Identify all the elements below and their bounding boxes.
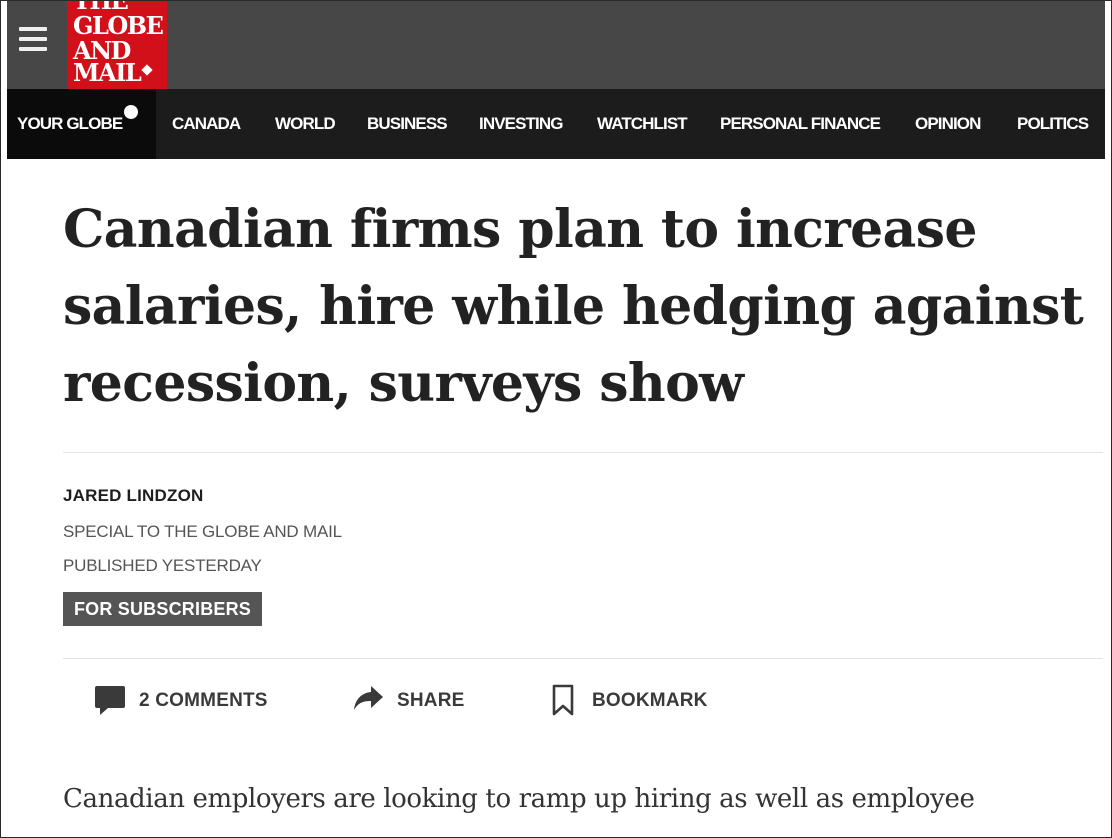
logo-line-2: GLOBE: [73, 11, 164, 40]
share-arrow-icon: [354, 686, 383, 710]
published-date: PUBLISHED YESTERDAY: [63, 556, 262, 575]
nav-item-canada[interactable]: CANADA: [172, 113, 241, 135]
nav-item-business[interactable]: BUSINESS: [367, 113, 448, 135]
nav-item-watchlist[interactable]: WATCHLIST: [597, 113, 688, 135]
bookmark-button[interactable]: BOOKMARK: [551, 683, 711, 719]
masthead-bar: THE GLOBE AND MAIL: [7, 1, 1105, 89]
notification-dot-icon: [124, 105, 138, 119]
nav-item-politics[interactable]: POLITICS: [1017, 113, 1089, 135]
bookmark-icon: [552, 684, 574, 716]
hamburger-menu-icon[interactable]: [17, 25, 51, 57]
nav-item-personal-finance[interactable]: PERSONAL FINANCE: [720, 113, 881, 135]
browser-page: THE GLOBE AND MAIL YOUR GLOBE CANADA WOR…: [0, 0, 1112, 838]
nav-item-investing[interactable]: INVESTING: [479, 113, 563, 135]
comments-button[interactable]: 2 COMMENTS: [94, 683, 274, 719]
author-name[interactable]: JARED LINDZON: [63, 486, 204, 506]
author-affiliation: SPECIAL TO THE GLOBE AND MAIL: [63, 522, 342, 541]
nav-item-world[interactable]: WORLD: [275, 113, 336, 135]
divider: [63, 658, 1103, 659]
subscriber-badge: FOR SUBSCRIBERS: [63, 592, 262, 626]
article-lede: Canadian employers are looking to ramp u…: [63, 784, 975, 814]
share-label: SHARE: [397, 690, 465, 711]
nav-label-your-globe: YOUR GLOBE: [17, 114, 123, 133]
nav-item-opinion[interactable]: OPINION: [915, 113, 981, 135]
section-nav: YOUR GLOBE CANADA WORLD BUSINESS INVESTI…: [7, 89, 1105, 159]
maple-leaf-icon: [141, 64, 153, 76]
divider: [63, 452, 1103, 453]
article-headline: Canadian firms plan to increase salaries…: [63, 199, 1084, 414]
nav-item-your-globe[interactable]: YOUR GLOBE: [7, 89, 156, 159]
bookmark-label: BOOKMARK: [592, 690, 708, 711]
logo-line-4: MAIL: [73, 58, 142, 87]
share-button[interactable]: SHARE: [353, 683, 468, 719]
globe-and-mail-logo[interactable]: THE GLOBE AND MAIL: [67, 1, 167, 89]
comments-label: 2 COMMENTS: [139, 690, 268, 711]
comment-icon: [95, 686, 125, 715]
